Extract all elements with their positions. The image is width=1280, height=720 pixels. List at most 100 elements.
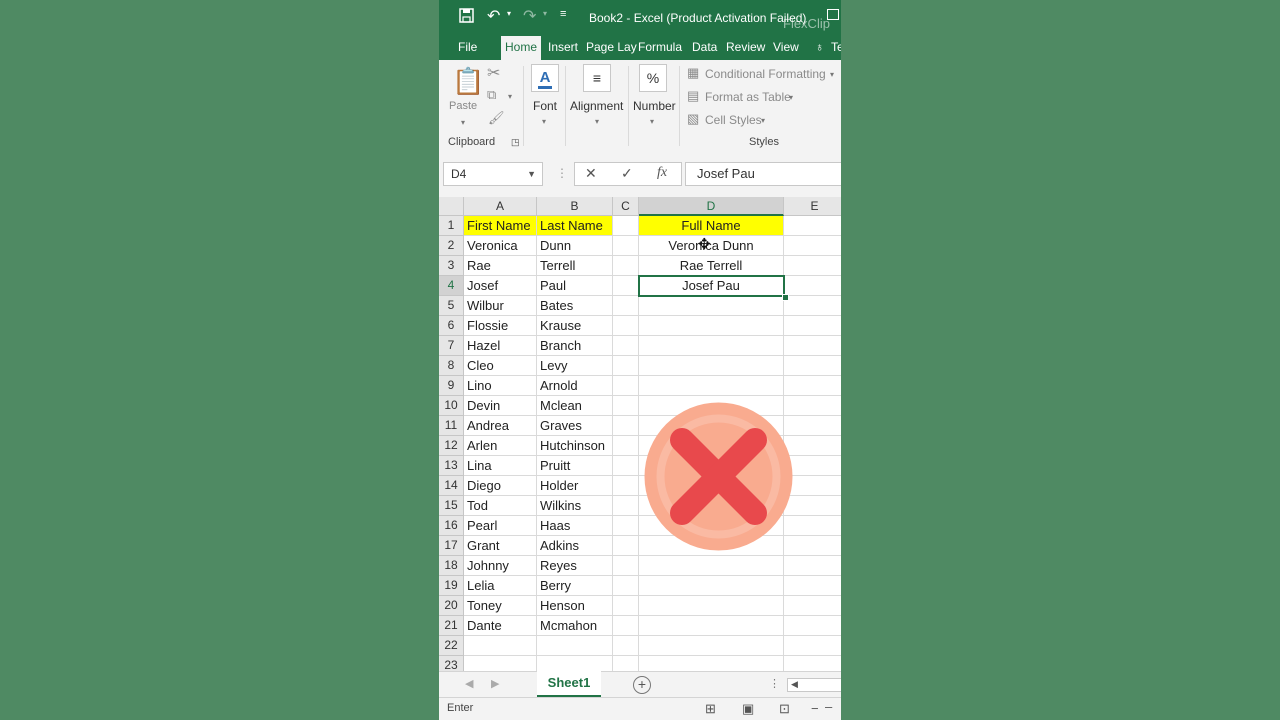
cell-e3[interactable]	[784, 256, 841, 276]
paste-icon[interactable]: 📋	[452, 66, 484, 97]
cell-a18[interactable]: Johnny	[464, 556, 537, 576]
cell-b16[interactable]: Haas	[537, 516, 613, 536]
row-header[interactable]: 21	[439, 616, 464, 636]
row-header[interactable]: 16	[439, 516, 464, 536]
redo-icon[interactable]: ↷	[523, 6, 536, 26]
row-header[interactable]: 17	[439, 536, 464, 556]
format-as-table-icon[interactable]: ▤	[687, 88, 699, 104]
row-header[interactable]: 15	[439, 496, 464, 516]
cell-e21[interactable]	[784, 616, 841, 636]
next-sheet-icon[interactable]: ▶	[491, 677, 499, 690]
cell-e23[interactable]	[784, 656, 841, 671]
fill-handle[interactable]	[782, 294, 789, 301]
cell-c15[interactable]	[613, 496, 639, 516]
percent-icon[interactable]: %	[639, 64, 667, 92]
cell-c23[interactable]	[613, 656, 639, 671]
cell-b21[interactable]: Mcmahon	[537, 616, 613, 636]
prev-sheet-icon[interactable]: ◀	[465, 677, 473, 690]
row-header[interactable]: 20	[439, 596, 464, 616]
cell-c20[interactable]	[613, 596, 639, 616]
column-header-d[interactable]: D	[639, 197, 784, 216]
alignment-icon[interactable]: ≡	[583, 64, 611, 92]
cell-c6[interactable]	[613, 316, 639, 336]
cell-c22[interactable]	[613, 636, 639, 656]
name-box-dropdown-icon[interactable]: ▼	[527, 163, 536, 185]
format-as-table-dropdown-icon[interactable]: ▾	[789, 93, 793, 102]
conditional-formatting-icon[interactable]: ▦	[687, 65, 699, 81]
cell-d20[interactable]	[639, 596, 784, 616]
cell-c1[interactable]	[613, 216, 639, 236]
scroll-left-icon[interactable]: ◀	[791, 679, 798, 690]
row-header[interactable]: 1	[439, 216, 464, 236]
cell-a9[interactable]: Lino	[464, 376, 537, 396]
cell-c3[interactable]	[613, 256, 639, 276]
copy-icon[interactable]: ⧉	[487, 87, 496, 103]
cell-a21[interactable]: Dante	[464, 616, 537, 636]
tab-review[interactable]: Review	[726, 36, 765, 60]
cell-e19[interactable]	[784, 576, 841, 596]
row-header[interactable]: 5	[439, 296, 464, 316]
cell-c16[interactable]	[613, 516, 639, 536]
cell-e7[interactable]	[784, 336, 841, 356]
cell-a6[interactable]: Flossie	[464, 316, 537, 336]
cell-a2[interactable]: Veronica	[464, 236, 537, 256]
insert-function-icon[interactable]: fx	[657, 165, 667, 181]
cell-c7[interactable]	[613, 336, 639, 356]
cell-e2[interactable]	[784, 236, 841, 256]
clipboard-dialog-launcher-icon[interactable]: ◳	[511, 137, 520, 148]
row-header[interactable]: 18	[439, 556, 464, 576]
cell-e9[interactable]	[784, 376, 841, 396]
cell-a3[interactable]: Rae	[464, 256, 537, 276]
lightbulb-icon[interactable]: ♁	[815, 36, 824, 60]
tab-home[interactable]: Home	[501, 36, 541, 60]
cell-d22[interactable]	[639, 636, 784, 656]
cell-b2[interactable]: Dunn	[537, 236, 613, 256]
cell-c19[interactable]	[613, 576, 639, 596]
save-icon[interactable]	[459, 8, 474, 26]
cell-b17[interactable]: Adkins	[537, 536, 613, 556]
row-header[interactable]: 9	[439, 376, 464, 396]
cell-b7[interactable]: Branch	[537, 336, 613, 356]
select-all-corner[interactable]	[439, 197, 464, 216]
cell-b10[interactable]: Mclean	[537, 396, 613, 416]
enter-icon[interactable]: ✓	[621, 165, 633, 182]
cell-b12[interactable]: Hutchinson	[537, 436, 613, 456]
cell-c18[interactable]	[613, 556, 639, 576]
cut-icon[interactable]: ✂	[487, 63, 500, 83]
conditional-formatting-dropdown-icon[interactable]: ▾	[830, 70, 834, 79]
cell-d2[interactable]: Veronica Dunn	[639, 236, 784, 256]
alignment-group-label[interactable]: Alignment	[570, 99, 623, 113]
cell-c17[interactable]	[613, 536, 639, 556]
cell-d23[interactable]	[639, 656, 784, 671]
customize-quick-access-icon[interactable]: ≡	[560, 8, 566, 20]
cell-d8[interactable]	[639, 356, 784, 376]
tab-formulas[interactable]: Formula	[638, 36, 682, 60]
name-box[interactable]: D4 ▼	[443, 162, 543, 186]
cell-c9[interactable]	[613, 376, 639, 396]
tab-view[interactable]: View	[773, 36, 799, 60]
number-dropdown-icon[interactable]: ▾	[650, 117, 654, 126]
row-header[interactable]: 12	[439, 436, 464, 456]
cell-styles-icon[interactable]: ▧	[687, 111, 699, 127]
cell-a7[interactable]: Hazel	[464, 336, 537, 356]
cell-b4[interactable]: Paul	[537, 276, 613, 296]
undo-icon[interactable]: ↶	[487, 6, 500, 26]
cell-b9[interactable]: Arnold	[537, 376, 613, 396]
tab-tell-me[interactable]: Te	[831, 36, 841, 60]
cell-b3[interactable]: Terrell	[537, 256, 613, 276]
tab-data[interactable]: Data	[692, 36, 717, 60]
cell-d19[interactable]	[639, 576, 784, 596]
cell-c21[interactable]	[613, 616, 639, 636]
row-header[interactable]: 11	[439, 416, 464, 436]
tab-insert[interactable]: Insert	[548, 36, 578, 60]
format-as-table-button[interactable]: Format as Table	[705, 90, 791, 104]
row-header[interactable]: 2	[439, 236, 464, 256]
cell-c11[interactable]	[613, 416, 639, 436]
cell-a12[interactable]: Arlen	[464, 436, 537, 456]
cell-d7[interactable]	[639, 336, 784, 356]
row-header[interactable]: 23	[439, 656, 464, 671]
cell-b5[interactable]: Bates	[537, 296, 613, 316]
column-header-a[interactable]: A	[464, 197, 537, 216]
column-header-b[interactable]: B	[537, 197, 613, 216]
row-header[interactable]: 4	[439, 276, 464, 296]
